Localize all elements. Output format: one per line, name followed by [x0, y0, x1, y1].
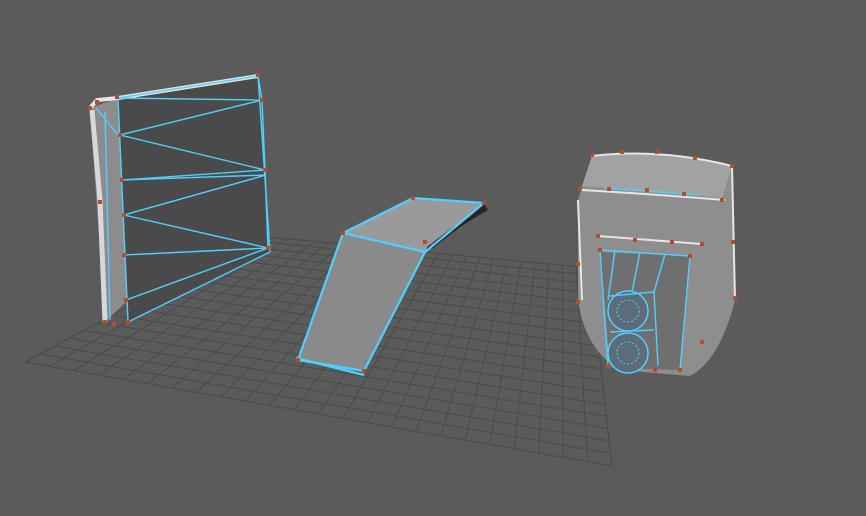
- 3d-viewport[interactable]: [0, 0, 866, 516]
- grid-line: [562, 265, 564, 458]
- speaker-woofer-top: [607, 290, 649, 332]
- speaker-woofer-bottom: [607, 332, 649, 374]
- speaker-mesh[interactable]: [576, 150, 737, 376]
